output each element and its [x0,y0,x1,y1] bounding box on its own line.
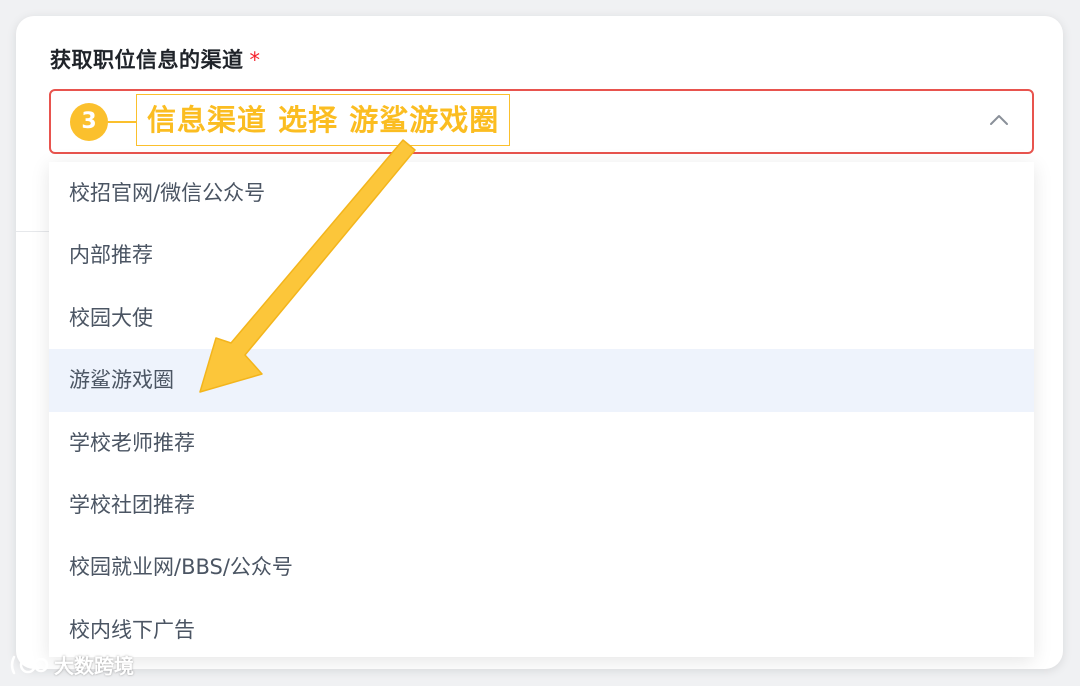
dropdown-option-campus-job-board[interactable]: 校园就业网/BBS/公众号 [49,536,1034,598]
dropdown-option-teacher-referral[interactable]: 学校老师推荐 [49,412,1034,474]
dropdown-menu: 校招官网/微信公众号 内部推荐 校园大使 游鲨游戏圈 学校老师推荐 学校社团推荐… [49,162,1034,657]
dropdown-option-campus-site[interactable]: 校招官网/微信公众号 [49,162,1034,224]
dropdown-option-campus-ambassador[interactable]: 校园大使 [49,287,1034,349]
watermark: 大数跨境 [8,650,134,679]
chevron-up-icon[interactable] [986,107,1012,133]
dropdown-option-youshark-game-circle[interactable]: 游鲨游戏圈 [49,349,1034,412]
dropdown-option-offline-ads[interactable]: 校内线下广告 [49,599,1034,657]
annotation-callout: 信息渠道 选择 游鲨游戏圈 [136,94,511,146]
watermark-text: 大数跨境 [54,654,134,678]
required-mark: * [249,48,261,72]
annotation-connector [108,121,136,123]
dropdown-option-internal-referral[interactable]: 内部推荐 [49,224,1034,286]
field-label-text: 获取职位信息的渠道 [50,48,244,72]
field-label: 获取职位信息的渠道 * [50,44,261,74]
dropdown-option-club-referral[interactable]: 学校社团推荐 [49,474,1034,536]
step-badge: 3 [70,103,108,141]
logo-icon [10,655,49,674]
